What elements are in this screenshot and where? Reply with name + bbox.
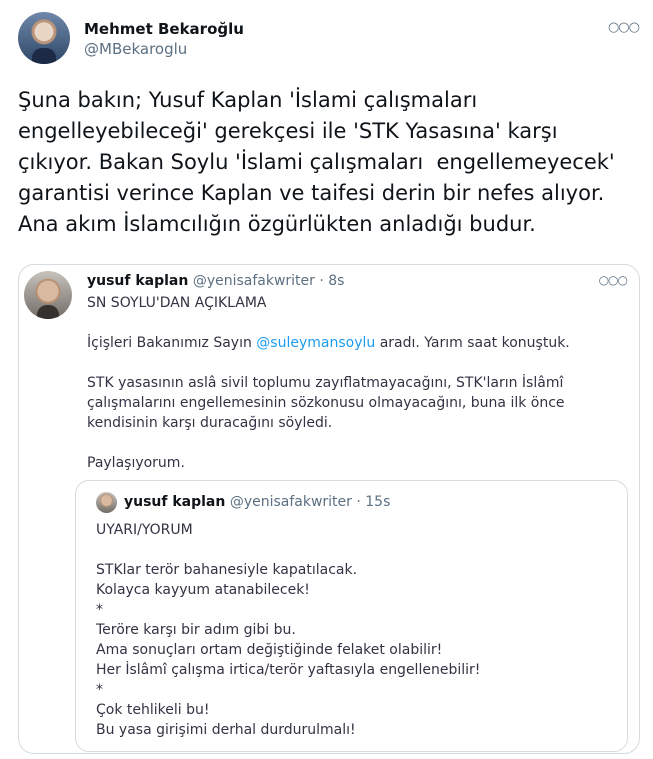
inner-quoted-tweet[interactable]: yusuf kaplan @yenisafakwriter · 15s UYAR…: [75, 480, 628, 752]
tweet-card: Mehmet Bekaroğlu @MBekaroglu ○○○ Şuna ba…: [0, 0, 653, 759]
author-handle[interactable]: @MBekaroglu: [84, 39, 244, 59]
quoted-tweet-text: SN SOYLU'DAN AÇIKLAMA İçişleri Bakanımız…: [87, 293, 619, 473]
tweet-text: Şuna bakın; Yusuf Kaplan 'İslami çalışma…: [18, 88, 622, 236]
quoted-tweet-time[interactable]: · 8s: [319, 273, 344, 289]
inner-author-avatar[interactable]: [96, 492, 117, 513]
tweet-header: Mehmet Bekaroğlu @MBekaroglu ○○○: [18, 12, 640, 68]
inner-author-name[interactable]: yusuf kaplan: [124, 494, 225, 510]
quoted-title: SN SOYLU'DAN AÇIKLAMA: [87, 295, 267, 311]
quoted-author-handle[interactable]: @yenisafakwriter: [193, 273, 315, 289]
quoted-tweet-header: yusuf kaplan @yenisafakwriter · 8s: [87, 272, 344, 290]
quoted-more-options-icon[interactable]: ○○○: [599, 273, 628, 287]
author-avatar[interactable]: [18, 12, 70, 64]
inner-author-handle[interactable]: @yenisafakwriter: [230, 494, 352, 510]
quoted-paragraph-2: STK yasasının aslâ sivil toplumu zayıfla…: [87, 375, 569, 431]
quoted-author-name[interactable]: yusuf kaplan: [87, 273, 188, 289]
quoted-paragraph-3: Paylaşıyorum.: [87, 455, 185, 471]
quoted-author-avatar[interactable]: [24, 271, 72, 319]
more-options-icon[interactable]: ○○○: [608, 20, 640, 35]
author-names: Mehmet Bekaroğlu @MBekaroglu: [84, 19, 244, 59]
inner-tweet-time[interactable]: · 15s: [356, 494, 390, 510]
mention-link[interactable]: @suleymansoylu: [256, 335, 375, 351]
inner-tweet-text: UYARI/YORUM STKlar terör bahanesiyle kap…: [96, 522, 481, 738]
author-name[interactable]: Mehmet Bekaroğlu: [84, 19, 244, 39]
quoted-line-before: İçişleri Bakanımız Sayın: [87, 335, 257, 351]
inner-tweet-header: yusuf kaplan @yenisafakwriter · 15s: [124, 493, 390, 511]
quoted-line-after: aradı. Yarım saat konuştuk.: [375, 335, 570, 351]
